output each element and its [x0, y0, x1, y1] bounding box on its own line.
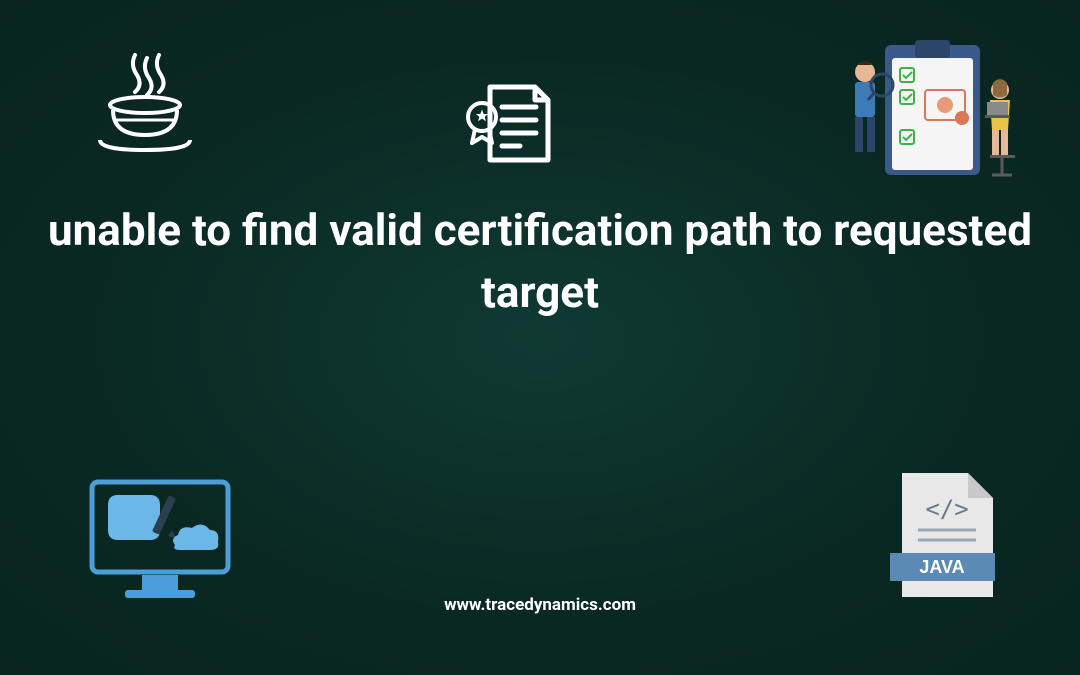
svg-text:</>: </> [925, 495, 968, 523]
certificate-icon [460, 75, 560, 175]
computer-design-icon [80, 470, 240, 610]
java-file-icon: </> JAVA [890, 465, 1005, 605]
java-logo-icon [95, 50, 195, 160]
java-label: JAVA [919, 557, 964, 577]
clipboard-verification-illustration [830, 30, 1020, 200]
footer-url: www.tracedynamics.com [444, 595, 636, 615]
page-title: unable to find valid certification path … [0, 200, 1080, 323]
